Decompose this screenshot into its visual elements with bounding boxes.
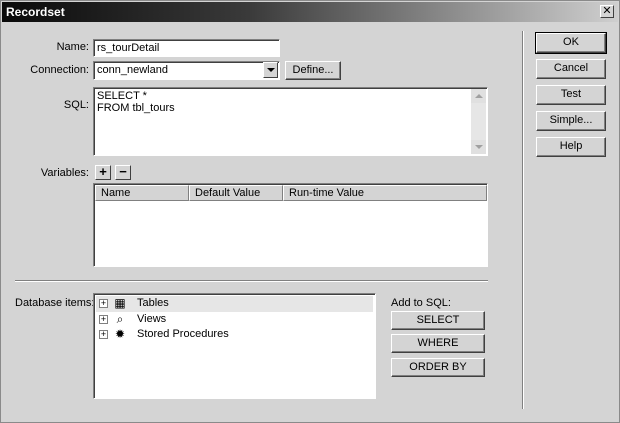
- connection-label: Connection:: [30, 64, 89, 76]
- close-button[interactable]: ✕: [600, 5, 614, 18]
- add-to-sql-label: Add to SQL:: [391, 297, 451, 309]
- tree-item-label: Stored Procedures: [137, 328, 229, 340]
- variables-label: Variables:: [40, 167, 89, 179]
- test-button[interactable]: Test: [536, 85, 606, 105]
- add-variable-button[interactable]: +: [95, 165, 111, 180]
- tree-item-label: Tables: [137, 297, 169, 309]
- order-by-button[interactable]: ORDER BY: [391, 358, 485, 377]
- database-items-tree[interactable]: + ▦ Tables + ⌕ Views + ✹ Stored Procedur…: [93, 293, 376, 399]
- variables-table[interactable]: Name Default Value Run-time Value: [93, 183, 488, 267]
- view-icon: ⌕: [116, 312, 124, 326]
- tree-item-label: Views: [137, 313, 167, 325]
- recordset-dialog: Recordset ✕ Name: rs_tourDetail Connecti…: [0, 0, 620, 423]
- select-button[interactable]: SELECT: [391, 311, 485, 330]
- column-header-name[interactable]: Name: [95, 185, 189, 201]
- section-divider: [15, 280, 488, 282]
- database-items-label: Database items:: [15, 297, 95, 309]
- connection-select[interactable]: conn_newland: [93, 61, 280, 80]
- name-field[interactable]: rs_tourDetail: [93, 39, 280, 57]
- expand-icon[interactable]: +: [99, 330, 108, 339]
- help-button[interactable]: Help: [536, 137, 606, 157]
- tree-item-tables[interactable]: + ▦ Tables: [96, 296, 373, 312]
- window-title: Recordset: [6, 5, 65, 19]
- where-button[interactable]: WHERE: [391, 334, 485, 353]
- scroll-down-icon[interactable]: [471, 140, 486, 154]
- remove-variable-button[interactable]: −: [115, 165, 131, 180]
- column-header-runtime-value[interactable]: Run-time Value: [283, 185, 487, 201]
- actions-divider: [522, 31, 524, 409]
- stored-procedure-icon: ✹: [114, 327, 126, 341]
- expand-icon[interactable]: +: [99, 315, 108, 324]
- sql-scrollbar[interactable]: [471, 89, 486, 154]
- sql-line: SELECT *: [97, 90, 147, 102]
- scroll-up-icon[interactable]: [471, 89, 486, 103]
- sql-line: FROM tbl_tours: [97, 102, 175, 114]
- tree-item-views[interactable]: + ⌕ Views: [96, 312, 373, 328]
- simple-button[interactable]: Simple...: [536, 111, 606, 131]
- table-icon: ▦: [114, 296, 126, 310]
- title-bar: Recordset ✕: [2, 2, 618, 22]
- expand-icon[interactable]: +: [99, 299, 108, 308]
- sql-textarea[interactable]: SELECT * FROM tbl_tours: [93, 87, 488, 156]
- tree-item-stored-procedures[interactable]: + ✹ Stored Procedures: [96, 327, 373, 343]
- name-label: Name:: [56, 41, 89, 53]
- chevron-down-icon[interactable]: [263, 62, 278, 78]
- cancel-button[interactable]: Cancel: [536, 59, 606, 79]
- ok-button[interactable]: OK: [535, 32, 607, 54]
- column-header-default-value[interactable]: Default Value: [189, 185, 283, 201]
- sql-label: SQL:: [63, 99, 89, 111]
- define-button[interactable]: Define...: [285, 61, 341, 80]
